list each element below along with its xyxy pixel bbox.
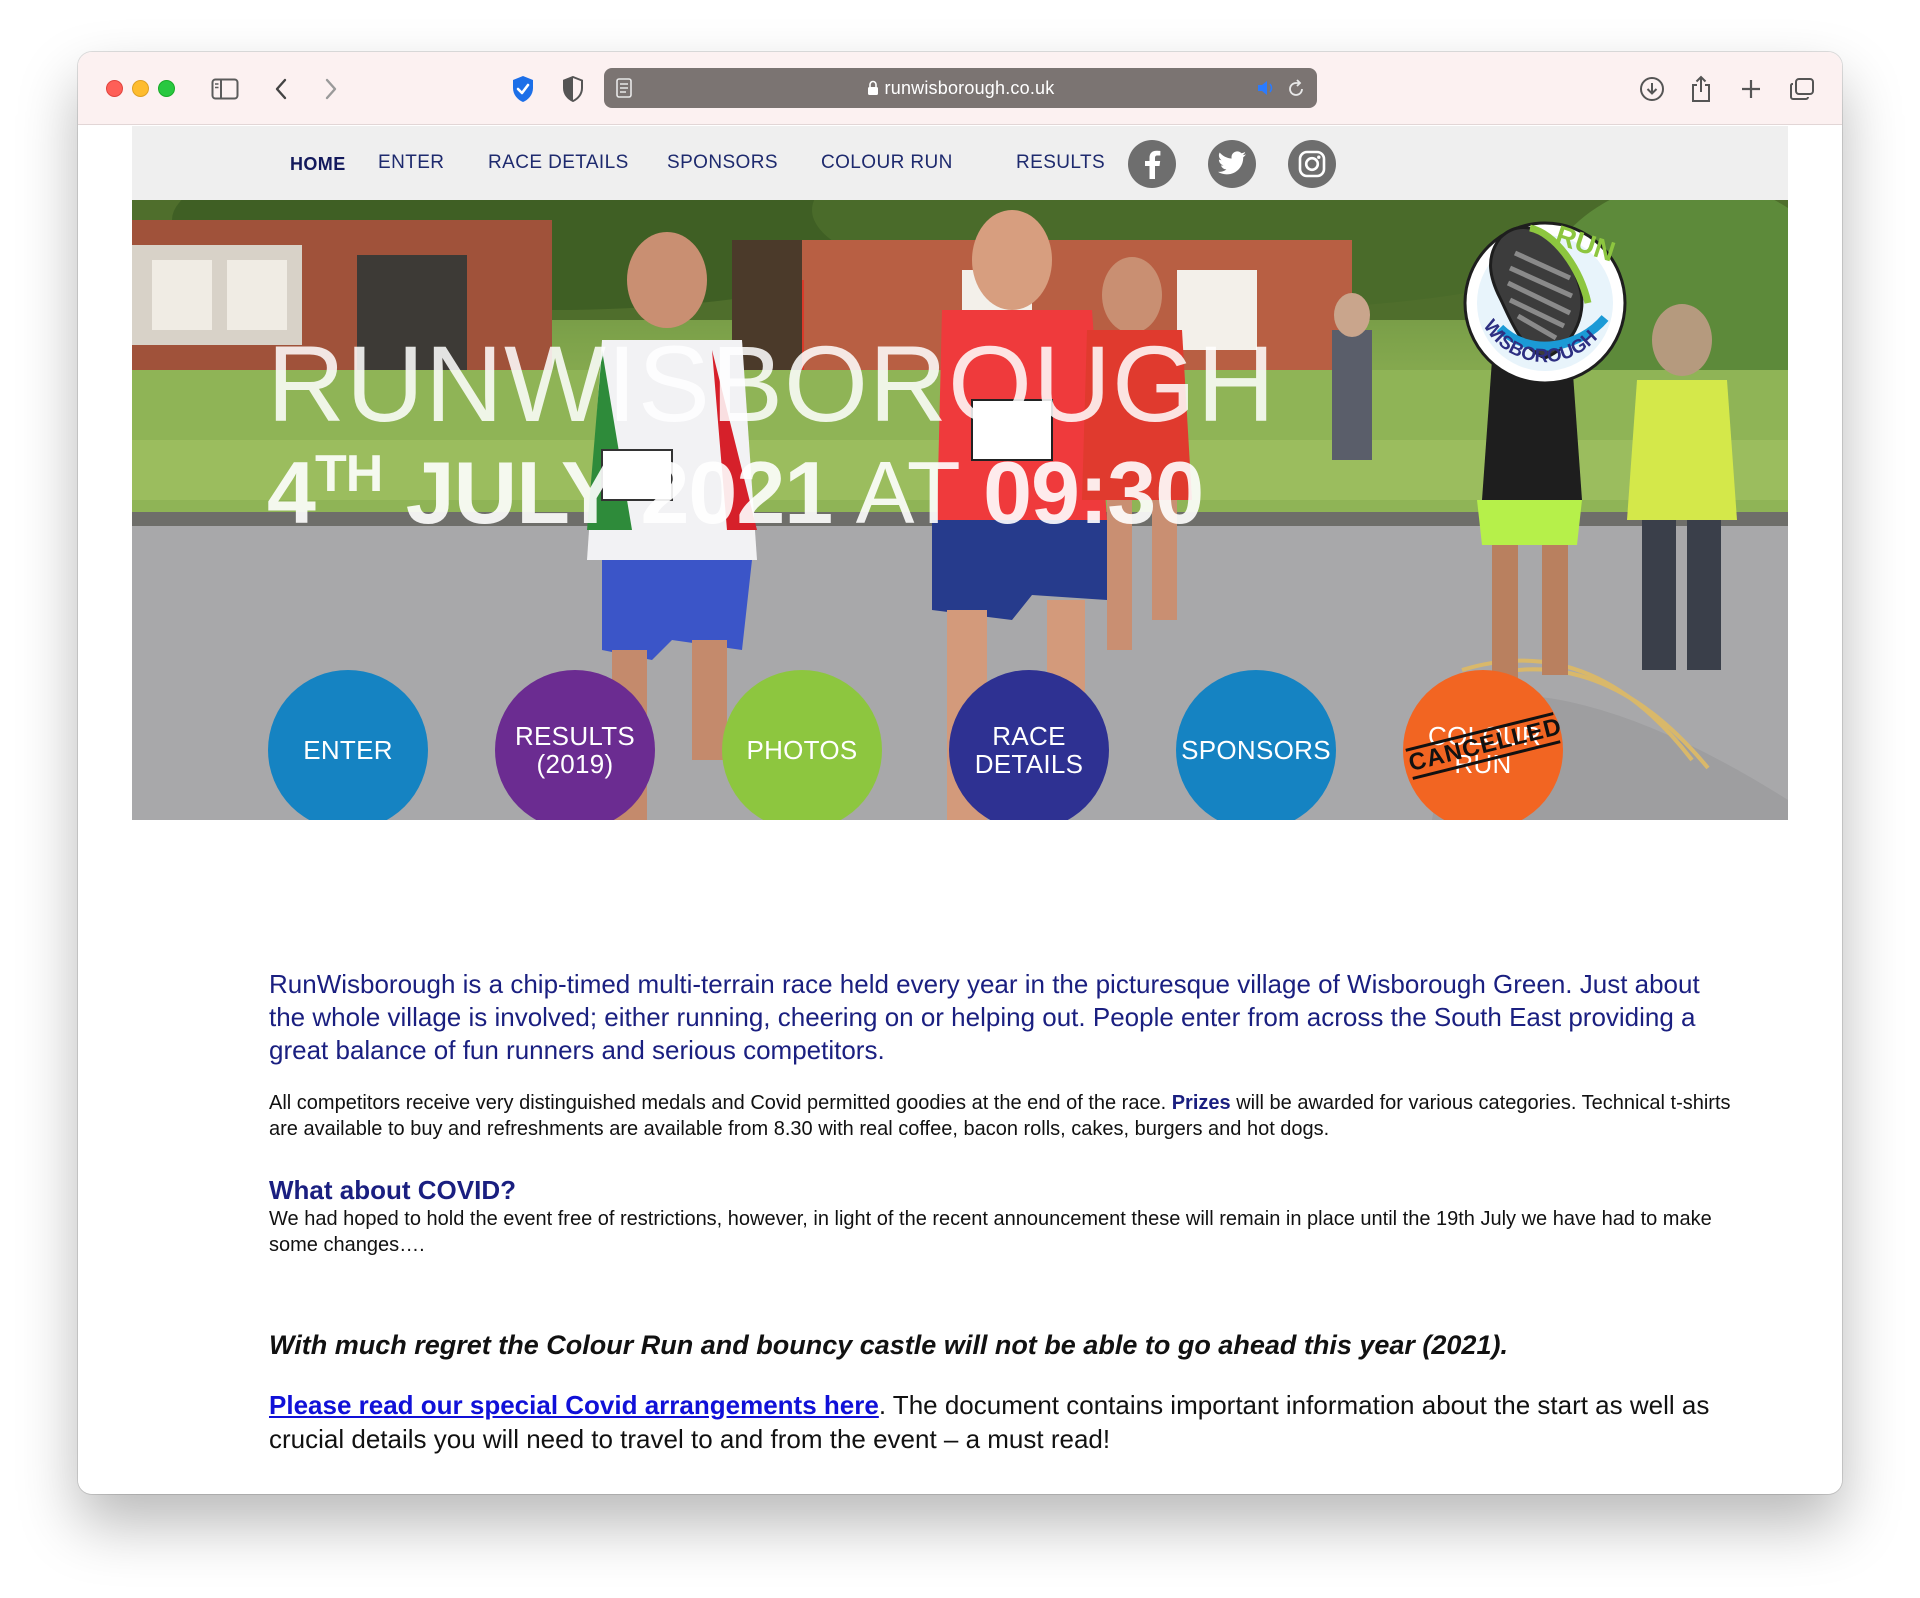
browser-window: runwisborough.co.uk HOME ENTER RACE DETA — [78, 52, 1842, 1494]
circle-enter-label: ENTER — [303, 735, 393, 765]
date-at: AT — [855, 443, 961, 542]
address-bar[interactable]: runwisborough.co.uk — [604, 68, 1317, 108]
covid-arrangements-link[interactable]: Please read our special Covid arrangemen… — [269, 1390, 879, 1420]
covid-heading: What about COVID? — [269, 1175, 516, 1205]
date-time: 09:30 — [983, 443, 1204, 542]
covid-paragraph: We had hoped to hold the event free of r… — [269, 1208, 1712, 1256]
medals-paragraph: All competitors receive very distinguish… — [269, 1090, 1739, 1142]
close-window-button[interactable] — [106, 80, 123, 97]
shield-privacy-icon[interactable] — [510, 74, 536, 104]
facebook-icon[interactable] — [1128, 140, 1176, 188]
covid-arrangements-paragraph: Please read our special Covid arrangemen… — [269, 1388, 1739, 1456]
nav-race-details[interactable]: RACE DETAILS — [488, 152, 629, 174]
minimize-window-button[interactable] — [132, 80, 149, 97]
prizes-link[interactable]: Prizes — [1172, 1092, 1231, 1114]
hero-date: 4TH JULY 2021 AT 09:30 — [267, 445, 1204, 537]
regret-notice: With much regret the Colour Run and boun… — [269, 1330, 1508, 1360]
circle-results-button[interactable]: RESULTS (2019) — [495, 670, 655, 820]
browser-toolbar: runwisborough.co.uk — [78, 52, 1842, 125]
circle-sponsors-label: SPONSORS — [1181, 735, 1331, 765]
new-tab-icon[interactable] — [1738, 74, 1764, 104]
site-navigation: HOME ENTER RACE DETAILS SPONSORS COLOUR … — [132, 126, 1788, 200]
date-month-year: JULY 2021 — [405, 443, 833, 542]
downloads-icon[interactable] — [1638, 74, 1666, 104]
date-day: 4 — [267, 443, 316, 542]
circle-photos-label: PHOTOS — [746, 735, 858, 765]
circle-colour-run-button[interactable]: COLOUR RUN CANCELLED — [1403, 670, 1565, 820]
share-icon[interactable] — [1688, 74, 1714, 104]
url-value: runwisborough.co.uk — [884, 78, 1055, 98]
forward-icon[interactable] — [321, 74, 341, 104]
medals-text: All competitors receive very distinguish… — [269, 1092, 1167, 1114]
hero-banner: RUNWISBOROUGH 4TH JULY 2021 AT 09:30 ENT… — [132, 200, 1788, 820]
circle-race-details-label: RACE DETAILS — [974, 721, 1084, 779]
intro-paragraph: RunWisborough is a chip-timed multi-terr… — [269, 969, 1700, 1065]
twitter-icon[interactable] — [1208, 140, 1256, 188]
circle-race-details-button[interactable]: RACE DETAILS — [949, 670, 1109, 820]
sidebar-toggle-icon[interactable] — [210, 74, 240, 104]
audio-icon[interactable] — [1256, 80, 1276, 101]
nav-colour-run[interactable]: COLOUR RUN — [821, 152, 953, 174]
nav-sponsors[interactable]: SPONSORS — [667, 152, 778, 174]
lock-icon — [867, 80, 878, 95]
circle-photos-button[interactable]: PHOTOS — [722, 670, 882, 820]
back-icon[interactable] — [271, 74, 291, 104]
circle-results-label: RESULTS (2019) — [514, 721, 636, 779]
reload-icon[interactable] — [1287, 78, 1305, 103]
hero-title: RUNWISBOROUGH — [267, 323, 1276, 444]
nav-home[interactable]: HOME — [290, 154, 346, 175]
instagram-icon[interactable] — [1288, 140, 1336, 188]
date-suffix: TH — [314, 445, 383, 503]
maximize-window-button[interactable] — [158, 80, 175, 97]
circle-sponsors-button[interactable]: SPONSORS — [1176, 670, 1336, 820]
circle-enter-button[interactable]: ENTER — [268, 670, 428, 820]
half-shield-icon[interactable] — [560, 74, 586, 104]
tab-overview-icon[interactable] — [1788, 74, 1816, 104]
web-page: HOME ENTER RACE DETAILS SPONSORS COLOUR … — [78, 126, 1842, 1494]
nav-results[interactable]: RESULTS — [1016, 152, 1105, 174]
runwisborough-logo[interactable]: RUN WISBOROUGH — [1460, 208, 1630, 386]
url-text: runwisborough.co.uk — [604, 78, 1317, 99]
nav-enter[interactable]: ENTER — [378, 152, 444, 174]
